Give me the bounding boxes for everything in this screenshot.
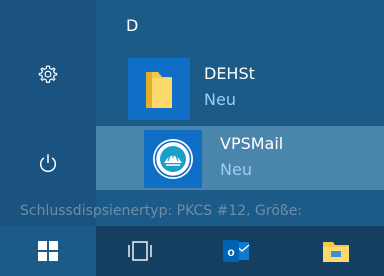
- taskbar: o: [0, 226, 384, 276]
- outlook-icon: o: [223, 240, 250, 262]
- vpsmail-tile: [144, 130, 202, 188]
- file-explorer-icon: [323, 242, 349, 262]
- app-list-item-vpsmail[interactable]: VPSMail Neu: [96, 126, 384, 190]
- app-list-item-dehst[interactable]: DEHSt Neu: [96, 58, 384, 124]
- start-button[interactable]: [0, 226, 96, 276]
- gear-icon: [38, 65, 58, 83]
- app-new-badge: Neu: [204, 90, 236, 109]
- start-menu-screen: D DEHSt Neu VPSMail Neu Schlussdispsiene…: [0, 0, 384, 276]
- settings-button[interactable]: [0, 48, 96, 100]
- vpsmail-logo-icon: [153, 139, 193, 179]
- letter-header-d[interactable]: D: [126, 12, 166, 40]
- power-button[interactable]: [0, 137, 96, 189]
- power-icon: [39, 154, 57, 173]
- outlook-button[interactable]: o: [206, 226, 266, 276]
- windows-logo-icon: [38, 241, 58, 261]
- folder-icon: [146, 72, 172, 108]
- task-view-button[interactable]: [110, 226, 170, 276]
- app-new-badge: Neu: [220, 160, 252, 179]
- outlook-label: o: [227, 245, 234, 259]
- task-view-icon: [128, 241, 152, 261]
- file-explorer-button[interactable]: [306, 226, 366, 276]
- app-name: DEHSt: [204, 64, 255, 83]
- dehst-tile: [128, 58, 190, 120]
- app-name: VPSMail: [220, 134, 284, 153]
- background-window-text: Schlussdispsienertyp: PKCS #12, Größe:: [20, 203, 303, 219]
- start-menu-rail: [0, 0, 96, 229]
